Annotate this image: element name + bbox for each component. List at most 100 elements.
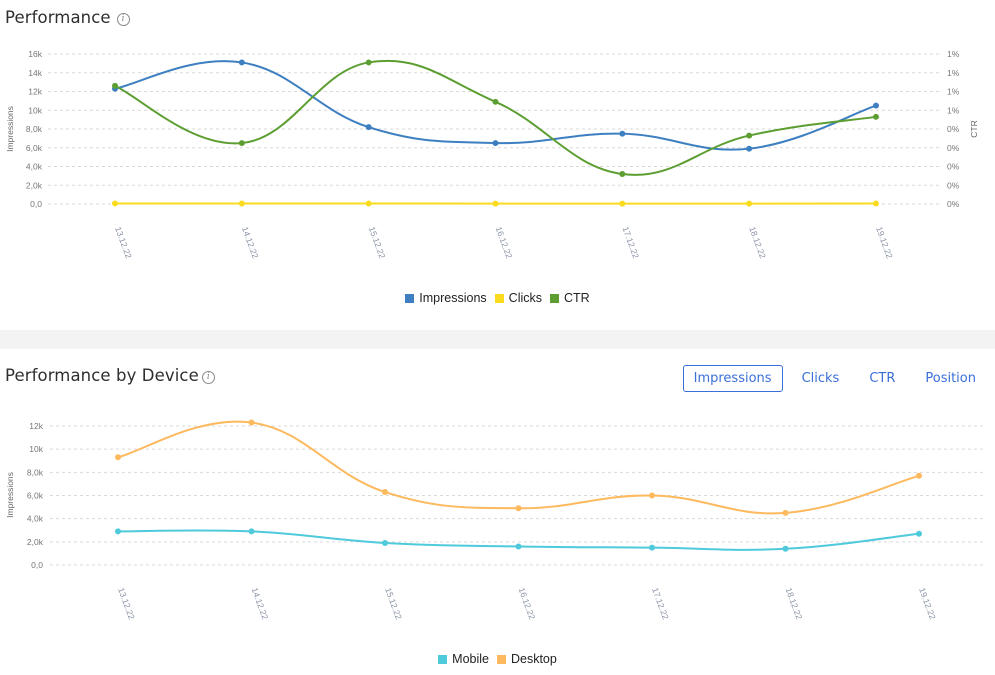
series-clicks [112,200,879,207]
data-point[interactable] [746,200,753,207]
legend-item-clicks[interactable]: Clicks [494,291,543,305]
series-line [114,60,877,151]
data-point[interactable] [238,140,245,147]
y-tick-label: 12k [28,87,42,97]
data-point[interactable] [365,124,372,131]
data-point[interactable] [746,132,753,139]
data-point[interactable] [365,200,372,207]
x-tick-label: 18.12.22 [784,586,805,621]
x-tick-label: 14.12.22 [250,586,271,621]
data-point[interactable] [916,530,922,537]
y2-tick-label: 0% [947,162,960,172]
data-point[interactable] [872,102,879,109]
performance-panel: Performance i 0,0 2,0k 4,0k 6,0k 8,0k 10k 12k 14… [0,0,995,330]
y2-tick-label: 1% [947,49,960,59]
data-point[interactable] [112,200,118,207]
y-tick-label: 16k [28,49,42,59]
y-tick-label: 4,0k [26,162,43,172]
data-point[interactable] [248,528,255,535]
x-tick-label: 19.12.22 [874,225,895,260]
data-point[interactable] [382,539,388,546]
data-point[interactable] [782,509,789,516]
series-mobile [115,528,922,552]
legend-swatch [550,293,560,303]
data-point[interactable] [649,544,655,551]
y2-tick-label: 0% [947,180,960,190]
data-point[interactable] [916,472,922,479]
y-tick-label: 8,0k [27,467,44,477]
data-point[interactable] [619,200,626,207]
x-tick-label: 14.12.22 [240,225,261,260]
y-tick-label: 10k [28,105,42,115]
device-chart: 0,0 2,0k 4,0k 6,0k 8,0k 10k 12k 13.12.22 14.12.… [5,419,985,621]
legend-label: CTR [564,291,590,305]
data-point[interactable] [515,543,522,550]
legend-item-mobile[interactable]: Mobile [438,652,489,666]
data-point[interactable] [649,492,655,499]
series-line [117,420,920,515]
chart-legend: Impressions Clicks CTR [0,291,995,305]
y-tick-label: 0,0 [30,199,42,209]
legend-item-ctr[interactable]: CTR [550,291,590,305]
data-point[interactable] [746,145,753,152]
x-tick-label: 18.12.22 [747,225,768,260]
y2-tick-label: 1% [947,68,960,78]
y-axis-label: Impressions [5,106,15,152]
y2-tick-label: 0% [947,199,960,209]
legend-label: Clicks [508,291,543,305]
legend-swatch [438,654,448,664]
y-axis-label: Impressions [5,472,15,518]
y2-axis-label: CTR [969,120,979,137]
legend-swatch [496,654,506,664]
data-point[interactable] [115,454,121,461]
y-tick-label: 2,0k [26,180,43,190]
data-point[interactable] [382,489,388,496]
x-tick-label: 13.12.22 [116,586,137,621]
data-point[interactable] [492,140,499,147]
x-tick-label: 13.12.22 [113,225,134,260]
data-point[interactable] [492,98,499,105]
series-desktop [115,419,922,516]
y-tick-label: 2,0k [27,537,44,547]
y2-tick-label: 0% [947,124,960,134]
data-point[interactable] [115,528,121,535]
performance-by-device-panel: Performance by Device i Impressions Click… [0,349,995,675]
data-point[interactable] [515,505,522,512]
data-point[interactable] [492,200,499,207]
x-tick-label: 17.12.22 [620,225,641,260]
legend-swatch [494,293,504,303]
x-tick-label: 15.12.22 [383,586,404,621]
data-point[interactable] [782,545,789,552]
data-point[interactable] [248,419,255,426]
legend-item-impressions[interactable]: Impressions [405,291,487,305]
y-tick-label: 0,0 [31,560,43,570]
x-tick-label: 16.12.22 [517,586,538,621]
y2-tick-label: 1% [947,105,960,115]
x-tick-label: 15.12.22 [367,225,388,260]
series-impressions [112,59,879,152]
data-point[interactable] [112,82,118,89]
data-point[interactable] [238,59,245,66]
legend-label: Desktop [510,652,557,666]
legend-item-desktop[interactable]: Desktop [496,652,557,666]
data-point[interactable] [619,171,626,177]
chart-legend: Mobile Desktop [0,652,995,666]
data-point[interactable] [365,59,372,66]
y-tick-label: 12k [29,421,43,431]
data-point[interactable] [872,200,879,207]
x-tick-label: 17.12.22 [650,586,671,621]
y-tick-label: 4,0k [27,514,44,524]
performance-chart: 0,0 2,0k 4,0k 6,0k 8,0k 10k 12k 14k 16k 0% 0% 0% 0%… [5,49,979,260]
x-tick-label: 16.12.22 [494,225,515,260]
y-tick-label: 8,0k [26,124,43,134]
data-point[interactable] [238,200,245,207]
y-tick-label: 14k [28,68,42,78]
y-tick-label: 6,0k [26,143,43,153]
y2-tick-label: 1% [947,87,960,97]
x-tick-label: 19.12.22 [917,586,938,621]
y-tick-label: 10k [29,444,43,454]
data-point[interactable] [872,113,879,120]
legend-label: Mobile [452,652,489,666]
legend-swatch [405,293,415,303]
data-point[interactable] [619,130,626,137]
